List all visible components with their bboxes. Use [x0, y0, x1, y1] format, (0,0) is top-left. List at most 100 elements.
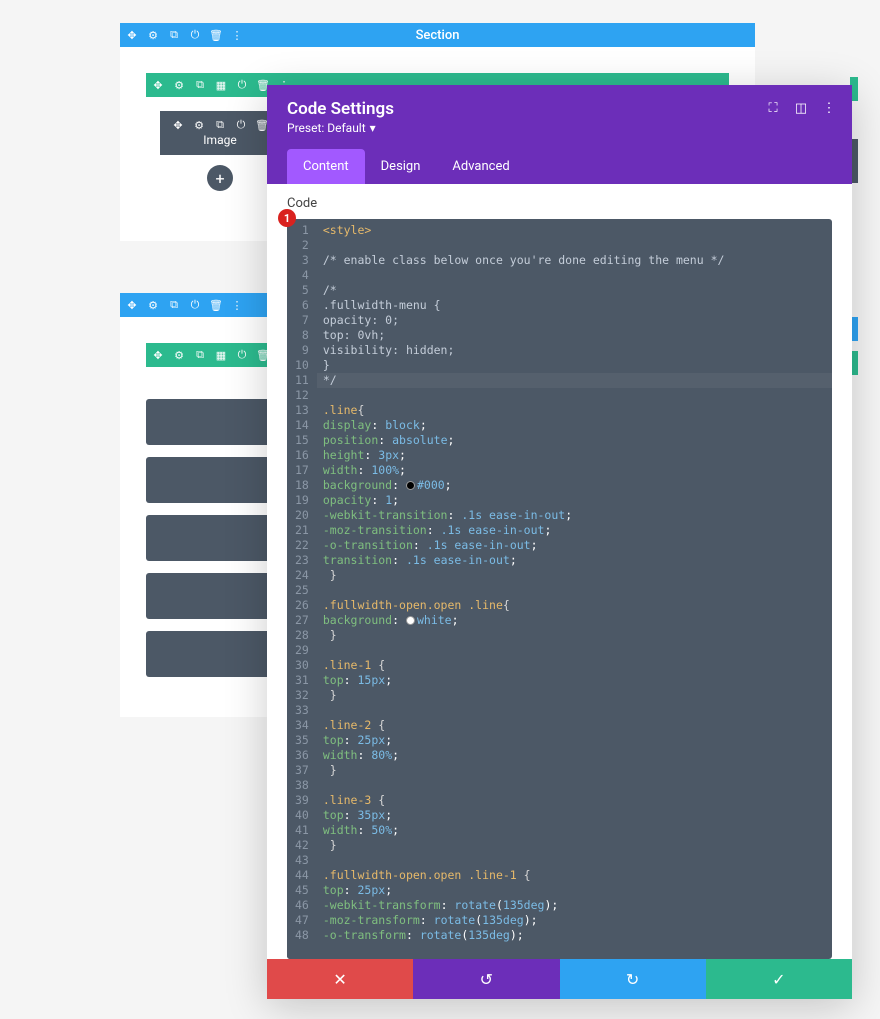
- code-line[interactable]: .line-2 {: [317, 718, 832, 733]
- code-line[interactable]: -o-transform: rotate(135deg);: [317, 928, 832, 943]
- module-image-label: Image: [203, 133, 236, 147]
- code-field-label: Code: [287, 196, 832, 211]
- code-line[interactable]: /* enable class below once you're done e…: [317, 253, 832, 268]
- code-line[interactable]: [317, 238, 832, 253]
- power-icon[interactable]: ⏻: [235, 119, 247, 131]
- modal-header: Code Settings Preset: Default▾ ⛶ ◫ ⋮: [267, 85, 852, 149]
- code-line[interactable]: -moz-transition: .1s ease-in-out;: [317, 523, 832, 538]
- code-line[interactable]: width: 100%;: [317, 463, 832, 478]
- more-icon[interactable]: ⋮: [231, 299, 243, 311]
- tab-content[interactable]: Content: [287, 149, 365, 184]
- module-image[interactable]: ✥ ⚙ ⧉ ⏻ 🗑 Image: [160, 111, 280, 155]
- code-line[interactable]: .fullwidth-open.open .line{: [317, 598, 832, 613]
- code-line[interactable]: display: block;: [317, 418, 832, 433]
- code-line[interactable]: opacity: 0;: [317, 313, 832, 328]
- code-line[interactable]: }: [317, 838, 832, 853]
- code-line[interactable]: .fullwidth-open.open .line-1 {: [317, 868, 832, 883]
- section-toolbar[interactable]: ✥ ⚙ ⧉ ⏻ 🗑 ⋮ Section: [120, 23, 755, 47]
- gear-icon[interactable]: ⚙: [147, 299, 159, 311]
- code-line[interactable]: [317, 643, 832, 658]
- move-icon[interactable]: ✥: [152, 79, 164, 91]
- modal-title: Code Settings: [287, 99, 832, 119]
- duplicate-icon[interactable]: ⧉: [194, 349, 206, 361]
- tab-advanced[interactable]: Advanced: [436, 149, 525, 184]
- code-line[interactable]: <style>: [317, 223, 832, 238]
- duplicate-icon[interactable]: ⧉: [214, 119, 226, 131]
- power-icon[interactable]: ⏻: [189, 29, 201, 41]
- more-icon[interactable]: ⋮: [231, 29, 243, 41]
- code-line[interactable]: -o-transition: .1s ease-in-out;: [317, 538, 832, 553]
- modal-footer: ✕ ↺ ↻ ✓: [267, 959, 852, 999]
- move-icon[interactable]: ✥: [152, 349, 164, 361]
- power-icon[interactable]: ⏻: [236, 349, 248, 361]
- code-line[interactable]: [317, 268, 832, 283]
- code-line[interactable]: top: 25px;: [317, 733, 832, 748]
- code-line[interactable]: -webkit-transform: rotate(135deg);: [317, 898, 832, 913]
- move-icon[interactable]: ✥: [126, 299, 138, 311]
- code-line[interactable]: [317, 853, 832, 868]
- code-line[interactable]: background: white;: [317, 613, 832, 628]
- undo-button[interactable]: ↺: [413, 959, 559, 999]
- gear-icon[interactable]: ⚙: [147, 29, 159, 41]
- code-line[interactable]: .line-1 {: [317, 658, 832, 673]
- code-line[interactable]: height: 3px;: [317, 448, 832, 463]
- code-line[interactable]: width: 80%;: [317, 748, 832, 763]
- code-line[interactable]: [317, 583, 832, 598]
- duplicate-icon[interactable]: ⧉: [168, 29, 180, 41]
- code-line[interactable]: -moz-transform: rotate(135deg);: [317, 913, 832, 928]
- code-line[interactable]: }: [317, 688, 832, 703]
- duplicate-icon[interactable]: ⧉: [194, 79, 206, 91]
- annotation-badge-1: 1: [278, 209, 296, 227]
- save-button[interactable]: ✓: [706, 959, 852, 999]
- add-module-button[interactable]: +: [207, 165, 233, 191]
- code-line[interactable]: width: 50%;: [317, 823, 832, 838]
- columns-icon[interactable]: ▦: [215, 349, 227, 361]
- cancel-button[interactable]: ✕: [267, 959, 413, 999]
- code-editor[interactable]: 1234567891011121314151617181920212223242…: [287, 219, 832, 959]
- move-icon[interactable]: ✥: [126, 29, 138, 41]
- trash-icon[interactable]: 🗑: [210, 299, 222, 311]
- tab-design[interactable]: Design: [365, 149, 437, 184]
- power-icon[interactable]: ⏻: [236, 79, 248, 91]
- code-line[interactable]: }: [317, 763, 832, 778]
- preset-dropdown[interactable]: Preset: Default▾: [287, 121, 832, 135]
- move-icon[interactable]: ✥: [172, 119, 184, 131]
- more-icon[interactable]: ⋮: [822, 101, 836, 115]
- code-line[interactable]: [317, 388, 832, 403]
- redo-button[interactable]: ↻: [560, 959, 706, 999]
- code-line[interactable]: .line-3 {: [317, 793, 832, 808]
- code-line[interactable]: */: [317, 373, 832, 388]
- gear-icon[interactable]: ⚙: [173, 79, 185, 91]
- code-line[interactable]: visibility: hidden;: [317, 343, 832, 358]
- column-icon[interactable]: ◫: [794, 101, 808, 115]
- editor-code[interactable]: <style> /* enable class below once you're…: [317, 219, 832, 959]
- code-settings-modal: Code Settings Preset: Default▾ ⛶ ◫ ⋮ Con…: [267, 85, 852, 999]
- tabs: Content Design Advanced: [267, 149, 852, 184]
- code-line[interactable]: -webkit-transition: .1s ease-in-out;: [317, 508, 832, 523]
- code-line[interactable]: transition: .1s ease-in-out;: [317, 553, 832, 568]
- code-line[interactable]: top: 25px;: [317, 883, 832, 898]
- code-line[interactable]: opacity: 1;: [317, 493, 832, 508]
- code-line[interactable]: [317, 778, 832, 793]
- code-line[interactable]: }: [317, 628, 832, 643]
- code-line[interactable]: top: 15px;: [317, 673, 832, 688]
- code-line[interactable]: background: #000;: [317, 478, 832, 493]
- gear-icon[interactable]: ⚙: [193, 119, 205, 131]
- duplicate-icon[interactable]: ⧉: [168, 299, 180, 311]
- gear-icon[interactable]: ⚙: [173, 349, 185, 361]
- code-line[interactable]: }: [317, 358, 832, 373]
- code-line[interactable]: [317, 703, 832, 718]
- code-line[interactable]: .line{: [317, 403, 832, 418]
- code-line[interactable]: }: [317, 568, 832, 583]
- expand-icon[interactable]: ⛶: [766, 101, 780, 115]
- power-icon[interactable]: ⏻: [189, 299, 201, 311]
- code-line[interactable]: /*: [317, 283, 832, 298]
- code-line[interactable]: position: absolute;: [317, 433, 832, 448]
- code-line[interactable]: top: 35px;: [317, 808, 832, 823]
- columns-icon[interactable]: ▦: [215, 79, 227, 91]
- trash-icon[interactable]: 🗑: [210, 29, 222, 41]
- section-label: Section: [416, 28, 460, 43]
- editor-gutter: 1234567891011121314151617181920212223242…: [287, 219, 317, 959]
- code-line[interactable]: top: 0vh;: [317, 328, 832, 343]
- code-line[interactable]: .fullwidth-menu {: [317, 298, 832, 313]
